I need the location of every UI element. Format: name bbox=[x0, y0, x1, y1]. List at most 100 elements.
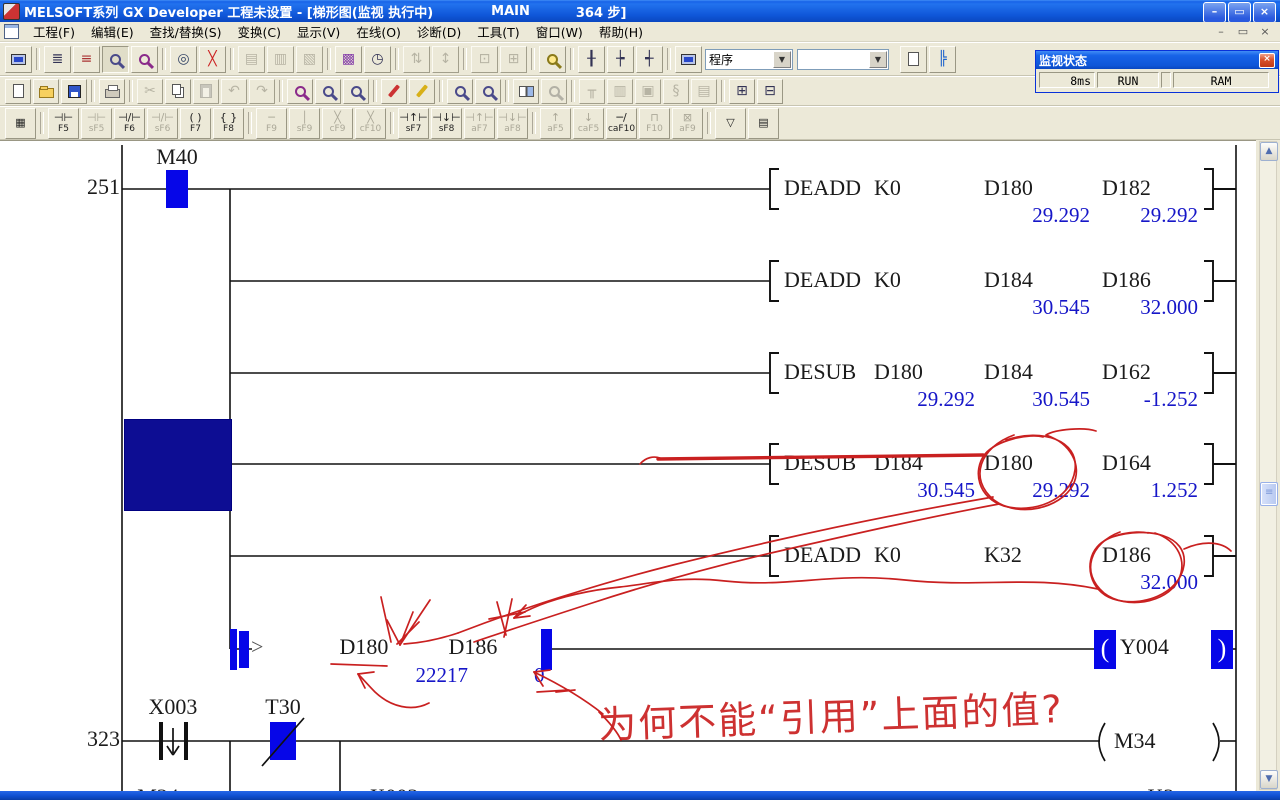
combo-arrow-icon[interactable]: ▼ bbox=[869, 51, 887, 68]
new-project-button[interactable] bbox=[5, 79, 31, 104]
undo-button[interactable]: ↶ bbox=[221, 79, 247, 104]
mdi-restore-button[interactable]: ▭ bbox=[1234, 24, 1252, 40]
ladder-logic-test-button[interactable] bbox=[5, 46, 32, 73]
scroll-up-icon[interactable]: ▲ bbox=[1260, 142, 1278, 161]
mdi-minimize-button[interactable]: – bbox=[1212, 24, 1230, 40]
save-project-button[interactable] bbox=[61, 79, 87, 104]
rising-pulse-or-button[interactable]: ⊣↑⊢aF7 bbox=[464, 108, 495, 139]
device-comment-button[interactable] bbox=[381, 79, 407, 104]
device-use-list-button[interactable]: ⊟ bbox=[757, 79, 783, 104]
closed-contact-button[interactable]: ⊣/⊢F6 bbox=[114, 108, 145, 139]
monitor-status-titlebar[interactable]: 监视状态 × bbox=[1036, 51, 1278, 69]
tile-window-button[interactable]: ⊡ bbox=[471, 46, 498, 73]
edit-cursor[interactable] bbox=[124, 419, 232, 511]
cross-reference-button[interactable]: ⊞ bbox=[729, 79, 755, 104]
scroll-down-icon[interactable]: ▼ bbox=[1260, 770, 1278, 789]
transfer-up-button[interactable]: ⇅ bbox=[403, 46, 430, 73]
error-jump-button[interactable]: ▣ bbox=[635, 79, 661, 104]
invert-result-button[interactable]: ─/caF10 bbox=[606, 108, 637, 139]
instruction-row-deadd-2[interactable]: DEADD K0 D184 D186 30.545 32.000 bbox=[0, 266, 1256, 328]
application-instruction-button[interactable]: { }F8 bbox=[213, 108, 244, 139]
monitor-window-tool-button[interactable]: ▤ bbox=[748, 108, 779, 139]
write-mode-button[interactable]: ≡ bbox=[73, 46, 100, 73]
paste-button[interactable] bbox=[193, 79, 219, 104]
falling-pulse-or-button[interactable]: ⊣↓⊢aF8 bbox=[497, 108, 528, 139]
transfer-setup-button[interactable]: ▥ bbox=[607, 79, 633, 104]
menu-project[interactable]: 工程(F) bbox=[25, 20, 83, 43]
display-mode-button[interactable] bbox=[675, 46, 702, 73]
scroll-thumb[interactable] bbox=[1260, 482, 1278, 506]
find-instruction-button[interactable] bbox=[315, 79, 341, 104]
transfer-down-button[interactable]: ↕ bbox=[432, 46, 459, 73]
ladder-editor[interactable]: 251 M40 DEADD K0 D180 D182 29.292 29.292… bbox=[0, 140, 1256, 793]
sfc-step-button[interactable]: § bbox=[663, 79, 689, 104]
menu-diagnostics[interactable]: 诊断(D) bbox=[409, 20, 469, 43]
menu-convert[interactable]: 变换(C) bbox=[230, 20, 289, 43]
scan-time-monitor-button[interactable]: ◷ bbox=[364, 46, 391, 73]
menu-edit[interactable]: 编辑(E) bbox=[83, 20, 142, 43]
instruction-row-deadd-3[interactable]: DEADD K0 K32 D186 32.000 bbox=[0, 541, 1256, 603]
convert-operation-button[interactable]: ↓caF5 bbox=[573, 108, 604, 139]
project-data-list-button[interactable]: ╠ bbox=[929, 46, 956, 73]
mdi-close-button[interactable]: × bbox=[1256, 24, 1274, 40]
menu-help[interactable]: 帮助(H) bbox=[591, 20, 651, 43]
menu-view[interactable]: 显示(V) bbox=[289, 20, 348, 43]
coil-y004-open[interactable]: ( bbox=[1094, 630, 1116, 669]
device-batch-monitor-button[interactable]: ▩ bbox=[335, 46, 362, 73]
falling-pulse-button[interactable]: ⊣↓⊢sF8 bbox=[431, 108, 462, 139]
network-list-button[interactable]: ▤ bbox=[691, 79, 717, 104]
cut-button[interactable]: ✂ bbox=[137, 79, 163, 104]
program-type-combo[interactable]: 程序 ▼ bbox=[705, 49, 793, 70]
program-common-button[interactable]: ▦ bbox=[5, 108, 36, 139]
monitor-write-mode-button[interactable] bbox=[131, 46, 158, 73]
print-button[interactable] bbox=[99, 79, 125, 104]
comment-edit-button[interactable]: ▤ bbox=[238, 46, 265, 73]
instruction-display-button[interactable]: ┽ bbox=[636, 46, 663, 73]
compare-contact-open[interactable] bbox=[230, 629, 237, 670]
note-edit-button[interactable]: ▧ bbox=[296, 46, 323, 73]
device-test-tool-button[interactable]: ▽ bbox=[715, 108, 746, 139]
horizontal-line-button[interactable]: ─F9 bbox=[256, 108, 287, 139]
menu-window[interactable]: 窗口(W) bbox=[528, 20, 591, 43]
coil-m34-label[interactable]: M34 bbox=[1114, 727, 1208, 755]
find-step-button[interactable] bbox=[343, 79, 369, 104]
menu-online[interactable]: 在线(O) bbox=[348, 20, 409, 43]
open-contact-or-button[interactable]: ⊣⊢sF5 bbox=[81, 108, 112, 139]
contact-x003-bar[interactable] bbox=[159, 722, 163, 760]
minimize-button[interactable]: – bbox=[1203, 2, 1226, 23]
instruction-row-desub-1[interactable]: DESUB D180 D184 D162 29.292 30.545 -1.25… bbox=[0, 358, 1256, 420]
pulse-conversion-button[interactable]: ⊓F10 bbox=[639, 108, 670, 139]
rising-pulse-button[interactable]: ⊣↑⊢sF7 bbox=[398, 108, 429, 139]
closed-contact-or-button[interactable]: ⊣/⊢sF6 bbox=[147, 108, 178, 139]
instruction-row-deadd-1[interactable]: DEADD K0 D180 D182 29.292 29.292 bbox=[0, 174, 1256, 236]
monitor-close-icon[interactable]: × bbox=[1259, 53, 1275, 68]
online-parameter-button[interactable]: ╥ bbox=[579, 79, 605, 104]
restore-button[interactable]: ▭ bbox=[1228, 2, 1251, 23]
device-test-button[interactable]: ◎ bbox=[170, 46, 197, 73]
vertical-scrollbar[interactable]: ▲ ▼ bbox=[1259, 141, 1277, 790]
coil-display-button[interactable]: ┾ bbox=[607, 46, 634, 73]
open-contact-button[interactable]: ⊣⊢F5 bbox=[48, 108, 79, 139]
cascade-window-button[interactable]: ⊞ bbox=[500, 46, 527, 73]
contact-t30[interactable] bbox=[270, 722, 296, 760]
zoom-out-button[interactable] bbox=[447, 79, 473, 104]
close-button[interactable]: × bbox=[1253, 2, 1276, 23]
menu-find-replace[interactable]: 查找/替换(S) bbox=[142, 20, 230, 43]
monitor-mode-button[interactable] bbox=[102, 46, 129, 73]
statement-button[interactable] bbox=[409, 79, 435, 104]
read-mode-button[interactable]: ≣ bbox=[44, 46, 71, 73]
monitor-stop-button[interactable]: ╳ bbox=[199, 46, 226, 73]
menu-tools[interactable]: 工具(T) bbox=[469, 20, 527, 43]
copy-button[interactable] bbox=[165, 79, 191, 104]
help-search-button[interactable] bbox=[541, 79, 567, 104]
delete-line-button[interactable]: ⊠aF9 bbox=[672, 108, 703, 139]
statement-list-button[interactable] bbox=[900, 46, 927, 73]
zoom-in-button[interactable] bbox=[475, 79, 501, 104]
open-project-button[interactable] bbox=[33, 79, 59, 104]
find-device-2-button[interactable] bbox=[287, 79, 313, 104]
delete-horizontal-button[interactable]: ╳cF9 bbox=[322, 108, 353, 139]
delete-vertical-button[interactable]: ╳cF10 bbox=[355, 108, 386, 139]
program-name-combo[interactable]: ▼ bbox=[797, 49, 889, 70]
coil-button[interactable]: ( )F7 bbox=[180, 108, 211, 139]
combo-arrow-icon[interactable]: ▼ bbox=[773, 51, 791, 68]
